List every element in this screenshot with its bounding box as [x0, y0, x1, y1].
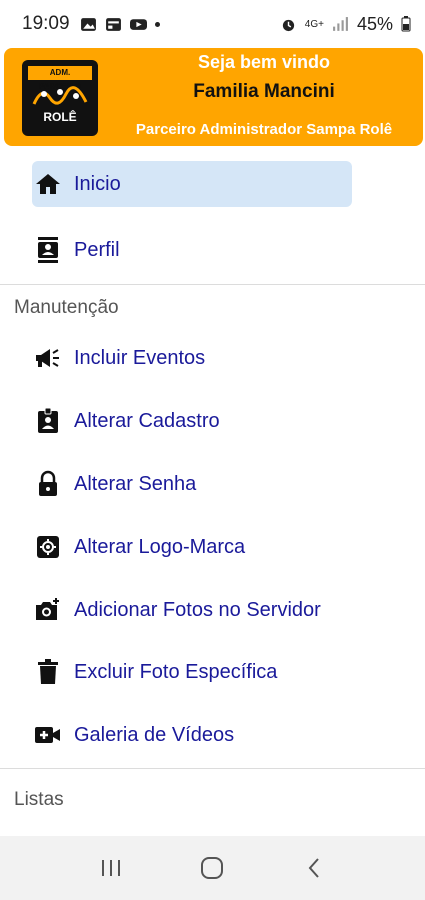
logo-top-text: ADM. PARCEIRO [28, 66, 92, 91]
user-name: Familia Mancini [193, 81, 335, 102]
badge-icon [34, 407, 62, 435]
battery-percent: 45% [356, 13, 393, 34]
section-title-listas: Listas [14, 789, 64, 810]
recent-apps-button[interactable] [96, 853, 126, 883]
menu-label-alterar-cadastro: Alterar Cadastro [74, 409, 220, 432]
user-role: Parceiro Administrador Sampa Rolê [135, 121, 393, 138]
status-time: 19:09 [22, 13, 70, 34]
battery-icon [401, 16, 411, 32]
logo-bottom-text: ROLÊ [43, 110, 77, 124]
divider [0, 768, 425, 769]
menu-label-galeria-videos: Galeria de Vídeos [74, 723, 235, 746]
menu-item-alterar-senha[interactable]: Alterar Senha [32, 461, 352, 507]
home-icon [34, 170, 62, 198]
video-add-icon [34, 721, 62, 749]
trash-icon [34, 658, 62, 686]
alarm-icon [282, 19, 294, 31]
logo-graphic [32, 86, 88, 105]
more-notifications-dot [154, 21, 160, 27]
calendar-icon [105, 17, 121, 31]
menu-label-inicio: Inicio [74, 172, 121, 195]
menu-item-inicio[interactable]: Inicio [32, 161, 352, 207]
welcome-text: Seja bem vindo [197, 52, 331, 72]
lock-icon [34, 470, 62, 498]
home-circle-icon [201, 857, 224, 879]
menu-item-galeria-videos[interactable]: Galeria de Vídeos [32, 712, 352, 758]
menu-label-incluir-eventos: Incluir Eventos [74, 346, 206, 369]
menu-item-incluir-eventos[interactable]: Incluir Eventos [32, 335, 352, 381]
system-icons: 4G+ 45% [280, 14, 411, 35]
network-label: 4G+ [304, 18, 324, 30]
status-bar: 19:09 4G+ 45% [0, 0, 425, 48]
menu-label-excluir-foto: Excluir Foto Específica [74, 660, 278, 683]
recent-apps-icon [101, 860, 120, 876]
gear-icon [34, 533, 62, 561]
profile-card-icon [34, 236, 62, 264]
image-icon [80, 17, 96, 31]
menu-label-perfil: Perfil [74, 238, 120, 261]
menu-item-excluir-foto[interactable]: Excluir Foto Específica [32, 649, 352, 695]
logo: ADM. PARCEIRO ROLÊ [22, 60, 98, 136]
menu-item-alterar-cadastro[interactable]: Alterar Cadastro [32, 398, 352, 444]
youtube-icon [129, 18, 147, 30]
divider [0, 284, 425, 285]
menu-item-alterar-logo[interactable]: Alterar Logo-Marca [32, 524, 352, 570]
menu-label-alterar-logo: Alterar Logo-Marca [74, 535, 246, 558]
section-title-manutencao: Manutenção [14, 297, 119, 318]
back-button[interactable] [299, 853, 329, 883]
home-button[interactable] [197, 853, 227, 883]
notification-icons [80, 17, 160, 32]
menu-item-perfil[interactable]: Perfil [32, 227, 352, 273]
back-chevron-icon [308, 858, 319, 878]
camera-icon [34, 596, 62, 624]
drawer-header: ADM. PARCEIRO ROLÊ Seja bem vindo Famili… [4, 48, 423, 146]
megaphone-icon [34, 344, 62, 372]
menu-label-alterar-senha: Alterar Senha [74, 472, 197, 495]
menu-item-adicionar-fotos[interactable]: Adicionar Fotos no Servidor [32, 587, 352, 633]
system-nav-bar [0, 836, 425, 900]
signal-icon [333, 16, 348, 31]
menu-label-adicionar-fotos: Adicionar Fotos no Servidor [74, 598, 321, 621]
